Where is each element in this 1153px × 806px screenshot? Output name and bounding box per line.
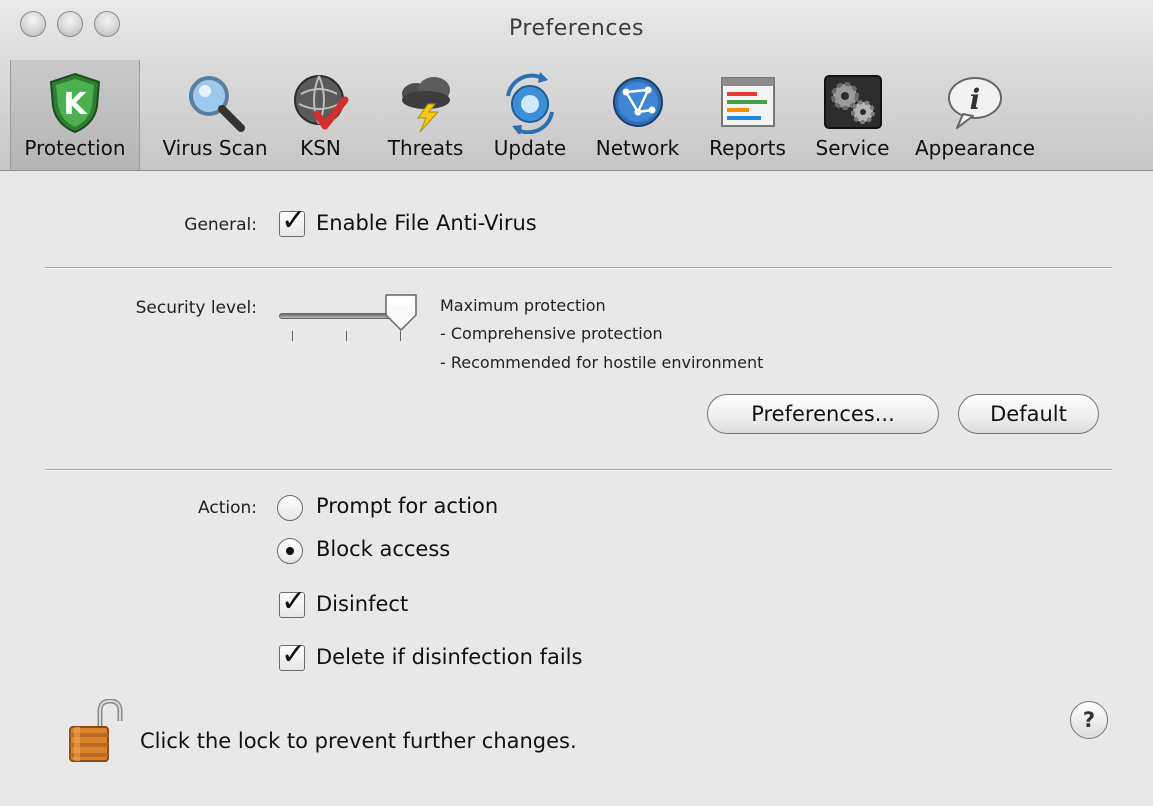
radio-selected-dot [286, 547, 294, 555]
toolbar-item-network[interactable]: Network [585, 60, 690, 170]
info-bubble-icon: i [948, 77, 1002, 129]
network-globe-icon [612, 77, 663, 127]
security-level-detail: - Comprehensive protection [440, 324, 663, 343]
block-access-label: Block access [316, 537, 451, 561]
storm-cloud-icon [401, 77, 450, 133]
default-button[interactable]: Default [958, 394, 1099, 434]
toolbar-item-label: Reports [709, 136, 786, 160]
lock-message: Click the lock to prevent further change… [140, 729, 577, 753]
preferences-toolbar: K Protection Virus Scan KSN Threats Upda… [0, 60, 1153, 170]
slider-tick [292, 331, 293, 341]
slider-tick [400, 331, 401, 341]
toolbar-item-update[interactable]: Update [485, 60, 575, 170]
checkmark-icon: ✓ [281, 637, 307, 672]
separator [45, 267, 1112, 269]
delete-if-fails-label: Delete if disinfection fails [316, 645, 583, 669]
prompt-for-action-radio[interactable] [277, 495, 303, 521]
toolbar-item-appearance[interactable]: i Appearance [910, 60, 1040, 170]
toolbar-item-label: Threats [387, 136, 464, 160]
preferences-button[interactable]: Preferences... [707, 394, 939, 434]
toolbar-item-virus-scan[interactable]: Virus Scan [150, 60, 280, 170]
magnifier-icon [189, 76, 245, 132]
toolbar-item-label: Protection [24, 136, 126, 160]
toolbar-item-protection[interactable]: K Protection [10, 60, 140, 170]
toolbar-item-threats[interactable]: Threats [373, 60, 478, 170]
gears-icon [823, 75, 882, 129]
security-level-title: Maximum protection [440, 296, 606, 315]
help-button[interactable]: ? [1070, 701, 1108, 739]
general-label: General: [184, 215, 257, 235]
report-sheet-icon [720, 77, 775, 127]
toolbar-item-label: Service [815, 136, 890, 160]
separator [45, 469, 1112, 471]
enable-file-antivirus-checkbox[interactable]: ✓ [279, 203, 306, 238]
security-level-detail: - Recommended for hostile environment [440, 353, 764, 372]
slider-thumb[interactable] [384, 293, 418, 333]
svg-text:i: i [970, 83, 981, 116]
checkmark-icon: ✓ [281, 203, 307, 238]
unlocked-padlock-icon[interactable] [66, 699, 130, 765]
disinfect-label: Disinfect [316, 592, 409, 616]
toolbar-item-label: Appearance [914, 136, 1036, 160]
security-level-label: Security level: [135, 298, 257, 318]
update-orbit-icon [506, 72, 554, 134]
disinfect-checkbox[interactable]: ✓ [279, 584, 306, 619]
enable-file-antivirus-label: Enable File Anti-Virus [316, 211, 537, 235]
window-titlebar: Preferences K Protection Virus Scan KSN … [0, 0, 1153, 171]
action-label: Action: [198, 498, 257, 518]
window-title: Preferences [509, 16, 644, 41]
svg-text:K: K [63, 87, 88, 122]
shield-k-icon: K [49, 72, 101, 134]
toolbar-item-label: Network [595, 136, 680, 160]
toolbar-item-ksn[interactable]: KSN [283, 60, 358, 170]
block-access-radio[interactable] [277, 538, 303, 564]
prompt-for-action-label: Prompt for action [316, 494, 499, 518]
toolbar-item-label: Virus Scan [162, 136, 268, 160]
toolbar-item-reports[interactable]: Reports [700, 60, 795, 170]
slider-tick [346, 331, 347, 341]
checkmark-icon: ✓ [281, 584, 307, 619]
toolbar-item-service[interactable]: Service [805, 60, 900, 170]
toolbar-item-label: Update [493, 136, 567, 160]
ksn-globe-icon [293, 75, 348, 130]
toolbar-item-label: KSN [300, 136, 341, 160]
delete-if-fails-checkbox[interactable]: ✓ [279, 637, 306, 672]
